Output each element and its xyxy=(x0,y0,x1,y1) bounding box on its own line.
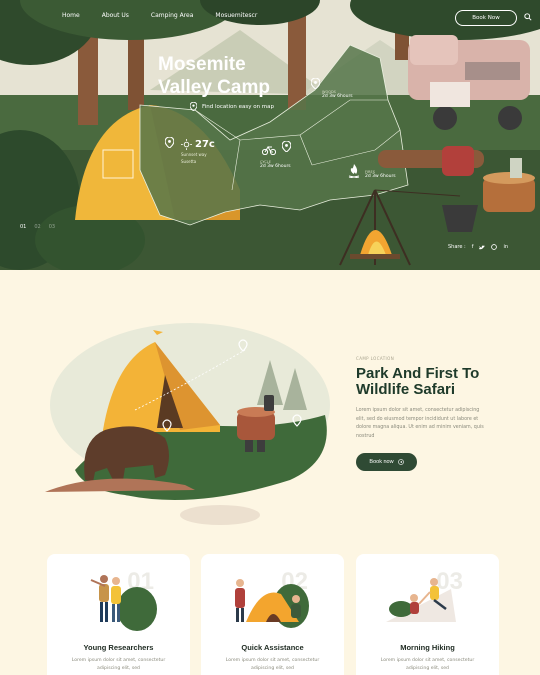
slide-counter: 01 02 03 xyxy=(20,224,55,230)
nav-camping-area-link[interactable]: Camping Area xyxy=(151,12,194,19)
about-body: Lorem ipsum dolor sit amet, consectetur … xyxy=(356,408,484,439)
slide-third[interactable]: 03 xyxy=(49,224,55,230)
feature-card-young-researchers[interactable]: 01 Young Researchers Lorem ipsum dolor s… xyxy=(47,554,190,675)
card-title: Quick Assistance xyxy=(241,643,304,652)
campfire-icon xyxy=(348,164,360,178)
map-pin-icon[interactable] xyxy=(165,137,174,148)
find-location-label: Find location easy on map xyxy=(202,103,275,110)
find-location[interactable]: Find location easy on map xyxy=(190,102,274,111)
bicycle-icon xyxy=(262,146,276,155)
pinterest-icon[interactable] xyxy=(491,244,498,250)
about-book-now-button[interactable]: Book now xyxy=(356,453,417,471)
main-nav: Home About Us Camping Area Mosuemitescr xyxy=(62,12,257,19)
map-pin-icon xyxy=(190,102,197,111)
card-title: Young Researchers xyxy=(83,643,154,652)
weather-line-2: Susetta xyxy=(181,159,197,164)
hero-section: Home About Us Camping Area Mosuemitescr … xyxy=(0,0,540,270)
twitter-icon[interactable] xyxy=(479,245,486,250)
about-section: CAMP LOCATION Park And First To Wildlife… xyxy=(0,270,540,675)
map-region-cycle[interactable]: CYCLE 2d 3w 6hours xyxy=(260,146,291,169)
map-region-woods[interactable]: WOODS 2d 3w 6hours xyxy=(322,90,353,99)
region-duration: 2d 3w 6hours xyxy=(365,174,396,179)
hero-title-line-2: Valley Camp xyxy=(158,77,270,98)
map-pin-icon[interactable] xyxy=(282,141,291,152)
card-title: Morning Hiking xyxy=(400,643,455,652)
region-duration: 2d 3w 6hours xyxy=(260,164,291,169)
card-body: Lorem ipsum dolor sit amet, consectetur … xyxy=(380,658,475,672)
card-body: Lorem ipsum dolor sit amet, consectetur … xyxy=(225,658,320,672)
map-pin-icon[interactable] xyxy=(311,78,320,89)
slide-current[interactable]: 01 xyxy=(20,224,26,230)
hiking-illustration xyxy=(386,578,456,622)
hero-illustration xyxy=(0,0,540,270)
book-now-button[interactable]: Book Now xyxy=(455,10,517,26)
assistance-illustration xyxy=(235,579,309,628)
nav-mosuemite-link[interactable]: Mosuemitescr xyxy=(215,12,257,19)
feature-card-quick-assistance[interactable]: 02 Quick Assistance Lorem ipsum dolor si… xyxy=(201,554,344,675)
share-bar: Share : f in xyxy=(448,244,508,250)
linkedin-icon[interactable]: in xyxy=(503,244,508,250)
about-eyebrow: CAMP LOCATION xyxy=(356,356,395,361)
nav-about-link[interactable]: About Us xyxy=(102,12,129,19)
weather-line-1: Sunnset way xyxy=(181,152,207,157)
search-icon[interactable] xyxy=(524,13,532,21)
slide-second[interactable]: 02 xyxy=(34,224,40,230)
region-duration: 2d 3w 6hours xyxy=(322,94,353,99)
researchers-illustration xyxy=(90,575,157,631)
map-region-fires[interactable]: FIRES 2d 3w 6hours xyxy=(348,164,396,179)
feature-card-morning-hiking[interactable]: 03 Morning Hiking Lorem ipsum dolor sit … xyxy=(356,554,499,675)
weather-temperature: 27c xyxy=(195,139,215,150)
sun-icon xyxy=(181,139,192,150)
share-label: Share : xyxy=(448,244,466,250)
about-book-now-label: Book now xyxy=(369,459,394,465)
about-title: Park And First To Wildlife Safari xyxy=(356,365,480,398)
hero-title: Mosemite Valley Camp xyxy=(158,53,270,99)
weather-widget: 27c Sunnset way Susetta xyxy=(181,139,215,164)
nav-home-link[interactable]: Home xyxy=(62,12,80,19)
hero-title-line-1: Mosemite xyxy=(158,54,246,75)
facebook-icon[interactable]: f xyxy=(472,244,474,250)
card-body: Lorem ipsum dolor sit amet, consectetur … xyxy=(71,658,166,672)
arrow-right-icon xyxy=(397,459,404,465)
camping-illustration xyxy=(45,323,330,525)
